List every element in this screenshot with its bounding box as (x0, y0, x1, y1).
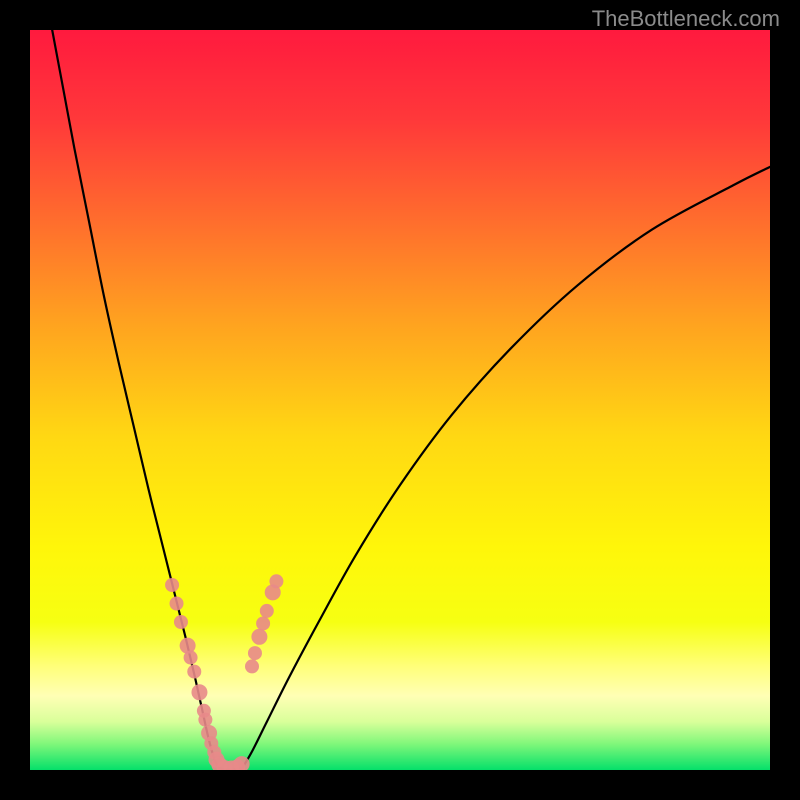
marker-dot (248, 646, 262, 660)
marker-dot (191, 684, 207, 700)
watermark-text: TheBottleneck.com (592, 6, 780, 32)
plot-area (30, 30, 770, 770)
marker-dot (187, 665, 201, 679)
marker-dot (245, 659, 259, 673)
marker-dot (251, 629, 267, 645)
bottleneck-curve-svg (30, 30, 770, 770)
chart-frame: TheBottleneck.com (0, 0, 800, 800)
marker-dot (170, 597, 184, 611)
gradient-background (30, 30, 770, 770)
marker-dot (174, 615, 188, 629)
marker-dot (198, 713, 212, 727)
marker-dot (260, 604, 274, 618)
marker-dot (256, 616, 270, 630)
marker-dot (184, 651, 198, 665)
marker-dot (269, 574, 283, 588)
marker-dot (165, 578, 179, 592)
